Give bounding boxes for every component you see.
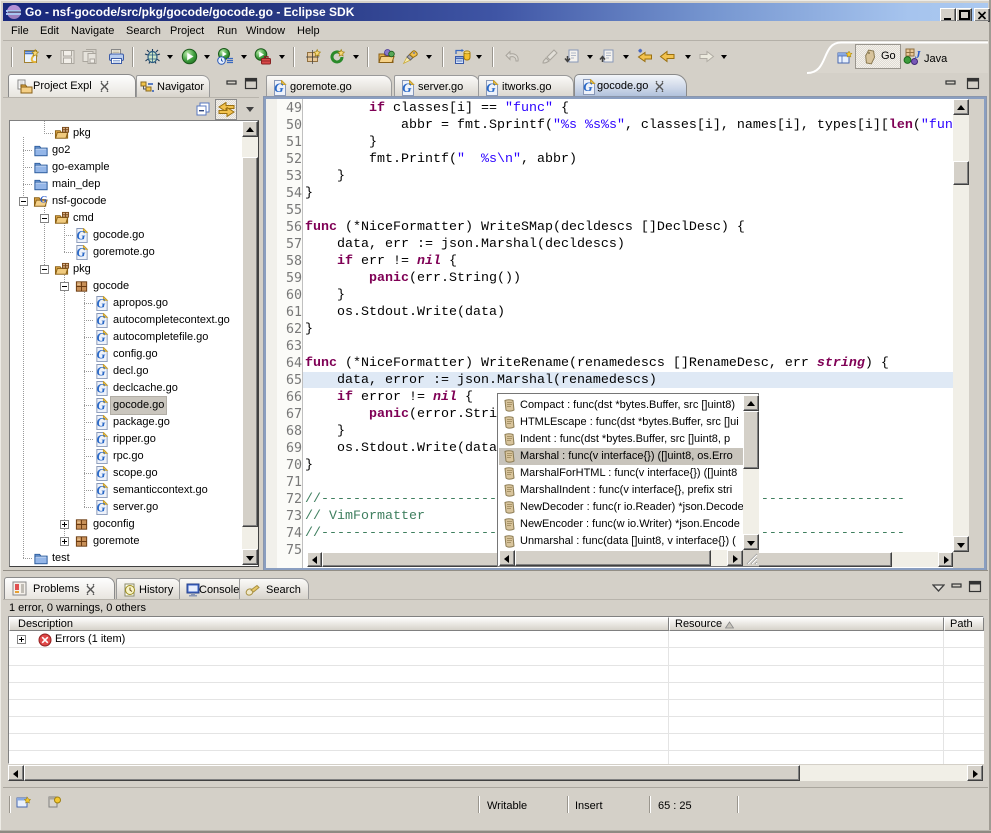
svg-text:J: J — [914, 49, 921, 61]
